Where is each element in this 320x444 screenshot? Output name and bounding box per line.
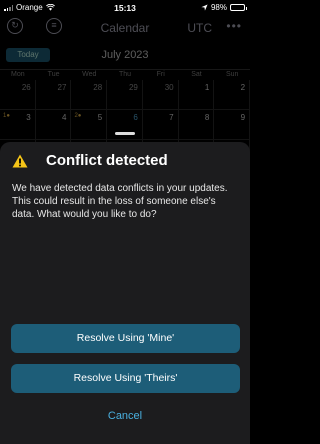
weekday-label: Thu — [118, 71, 132, 78]
dialog-title: Conflict detected — [46, 152, 168, 169]
more-icon[interactable]: ••• — [226, 19, 242, 33]
day-number: 3 — [26, 113, 31, 122]
battery-percent: 98% — [210, 3, 227, 12]
event-count-badge: 1● — [3, 113, 10, 119]
calendar-week: 1● 3 4 2● 5 6 7 8 9 — [0, 110, 251, 140]
calendar-day[interactable]: 1● 3 — [0, 110, 36, 140]
calendar-day[interactable]: 2● 5 — [71, 110, 108, 140]
month-label: July 2023 — [101, 49, 149, 61]
calendar-day-today[interactable]: 6 — [107, 110, 143, 140]
calendar-toolbar: ↻ ≡ Calendar UTC ••• — [0, 14, 250, 42]
resolve-theirs-button[interactable]: Resolve Using 'Theirs' — [11, 364, 240, 393]
dialog-message: We have detected data conflicts in your … — [12, 183, 228, 220]
calendar-title: Calendar — [100, 21, 150, 35]
sheet-grabber[interactable] — [115, 132, 135, 135]
event-count-badge: 2● — [74, 113, 82, 119]
weekday-label: Mon — [11, 71, 25, 78]
conflict-dialog: Conflict detected We have detected data … — [0, 132, 250, 444]
calendar-day[interactable]: 9 — [214, 110, 251, 140]
battery-icon — [230, 4, 247, 11]
weekday-label: Fri — [156, 71, 165, 78]
resolve-mine-button[interactable]: Resolve Using 'Mine' — [11, 324, 240, 353]
status-bar: Orange 15:13 98% — [0, 0, 250, 14]
calendar-day[interactable]: 27 — [35, 80, 72, 110]
day-number: 5 — [97, 113, 103, 122]
calendar-day[interactable]: 2 — [214, 80, 251, 110]
calendar-day[interactable]: 26 — [0, 80, 36, 110]
weekday-header: Mon Tue Wed Thu Fri Sat Sun — [0, 69, 250, 79]
calendar-day[interactable]: 30 — [142, 80, 179, 110]
calendar-day[interactable]: 29 — [107, 80, 143, 110]
weekday-label: Sun — [225, 71, 239, 78]
calendar-day[interactable]: 7 — [142, 110, 179, 140]
calendar-day[interactable]: 1 — [178, 80, 215, 110]
calendar-day[interactable]: 4 — [35, 110, 72, 140]
calendar-day[interactable]: 8 — [178, 110, 215, 140]
calendar-week: 26 27 28 29 30 1 2 — [0, 80, 251, 110]
weekday-label: Tue — [47, 71, 60, 78]
location-icon — [201, 4, 208, 11]
cancel-button[interactable]: Cancel — [0, 410, 250, 422]
weekday-label: Wed — [82, 71, 97, 78]
timezone-button[interactable]: UTC — [187, 21, 212, 35]
calendar-day[interactable]: 28 — [71, 80, 108, 110]
weekday-label: Sat — [191, 71, 202, 78]
status-right: 98% — [201, 3, 247, 12]
warning-triangle-icon — [12, 154, 28, 168]
